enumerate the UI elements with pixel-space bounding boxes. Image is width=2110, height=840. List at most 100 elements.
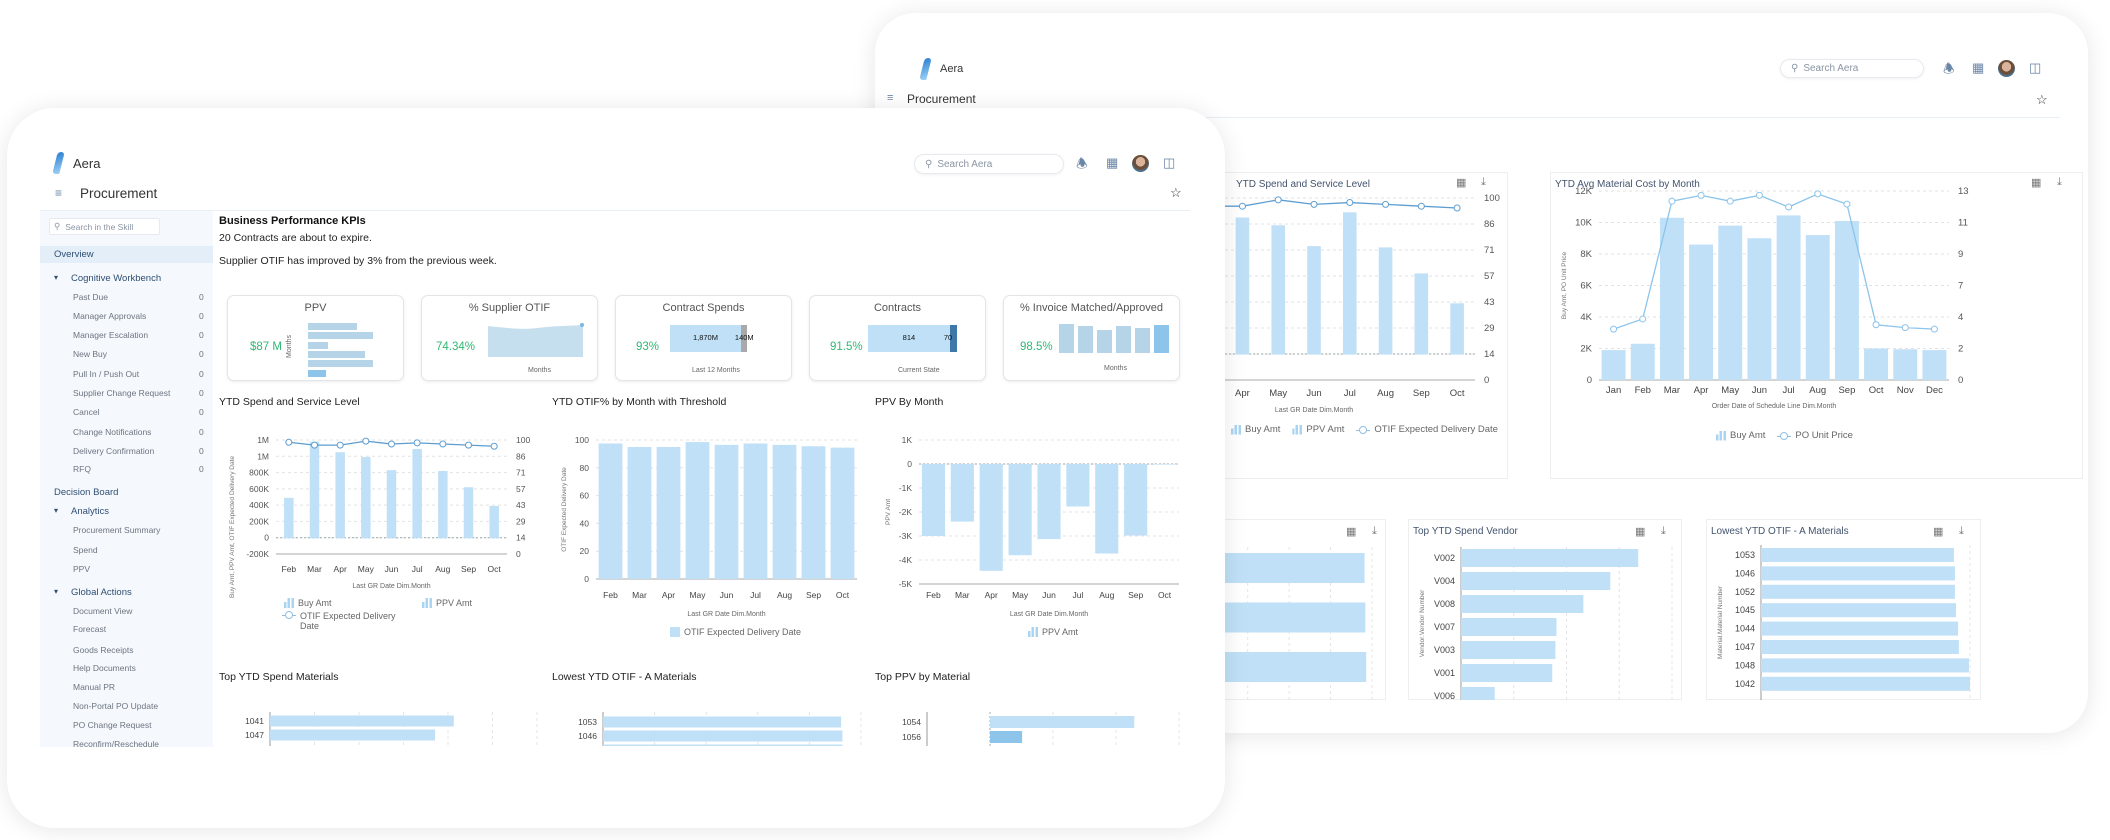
line-point xyxy=(1785,203,1793,211)
brand-logo[interactable]: Aera xyxy=(53,152,100,174)
y2-tick-label: 29 xyxy=(1484,323,1495,334)
menu-icon[interactable]: ≡ xyxy=(55,186,62,200)
search-icon: ⚲ xyxy=(54,221,61,231)
sidebar-item[interactable]: Document View xyxy=(73,606,132,616)
sidebar-item[interactable]: Reconfirm/Reschedule xyxy=(73,739,159,749)
mini-bar xyxy=(308,323,357,330)
otif-mini-area-chart xyxy=(488,323,584,357)
caret-down-icon[interactable]: ▾ xyxy=(54,506,58,515)
sidebar-item[interactable]: Change Notifications xyxy=(73,427,151,437)
legend-item-ppv-amt[interactable]: PPV Amt xyxy=(422,598,472,608)
y2-tick-label: 43 xyxy=(1484,297,1495,308)
bar-ppv-amt xyxy=(1342,354,1357,355)
kpi-card-contracts[interactable]: Contracts 91.5% 814 70 Current State xyxy=(809,295,986,381)
mini-bar xyxy=(1097,330,1112,353)
sidebar-item[interactable]: Manager Approvals xyxy=(73,311,146,321)
kpi-card-contract-spends[interactable]: Contract Spends 93% 1,870M 140M Last 12 M… xyxy=(615,295,792,381)
y-tick-label: V008 xyxy=(1434,599,1455,609)
bar-ppv-amt xyxy=(1271,354,1286,355)
legend-item-otif-expected[interactable]: OTIF Expected Delivery Date xyxy=(670,627,801,637)
y-tick-label: V002 xyxy=(1434,553,1455,563)
sidebar-item[interactable]: Non-Portal PO Update xyxy=(73,701,158,711)
sidebar-item[interactable]: Pull In / Push Out xyxy=(73,369,139,379)
sidebar-item[interactable]: New Buy xyxy=(73,349,107,359)
bar-buy-amt xyxy=(1747,238,1772,380)
bar-buy-amt xyxy=(1776,215,1801,380)
sidebar-item-count: 0 xyxy=(199,388,204,398)
x-tick-label: Sep xyxy=(1838,385,1855,396)
global-search-input[interactable]: ⚲ Search Aera xyxy=(914,154,1064,174)
sidebar-item[interactable]: Forecast xyxy=(73,624,106,634)
chart-title: Top PPV by Material xyxy=(875,671,971,683)
line-point xyxy=(1901,324,1909,332)
skill-search-input[interactable]: ⚲ Search in the Skill xyxy=(49,218,160,235)
bar-buy-amt xyxy=(1718,225,1743,380)
sidebar-item[interactable]: Cancel xyxy=(73,407,99,417)
line-point xyxy=(1668,197,1676,205)
bar xyxy=(1461,641,1556,659)
x-tick-label: Dec xyxy=(1926,385,1943,396)
sidebar-section-label: Cognitive Workbench xyxy=(71,273,162,284)
chart-lowest_otif: 1053 1046 1052 1045 1044 1047 1048 1042 Material… xyxy=(1717,545,1971,700)
sidebar-item[interactable]: PPV xyxy=(73,564,90,574)
sidebar-section-label: Analytics xyxy=(71,506,110,517)
sidebar-item[interactable]: Past Due xyxy=(73,292,108,302)
kpi-card-invoice-matched[interactable]: % Invoice Matched/Approved 98.5% Months xyxy=(1003,295,1180,381)
legend-item-buy-amt[interactable]: Buy Amt xyxy=(284,598,332,608)
sidebar-item[interactable]: Goods Receipts xyxy=(73,645,133,655)
bar-legend-icon xyxy=(670,627,680,637)
line-point xyxy=(1453,204,1461,212)
bar-buy-amt xyxy=(1271,225,1286,354)
sidebar-item[interactable]: PO Change Request xyxy=(73,720,151,730)
x-tick-label: Mar xyxy=(1664,385,1680,396)
legend-item-ppv-amt[interactable]: PPV Amt xyxy=(1028,627,1078,637)
bar-buy-amt xyxy=(1689,244,1714,380)
y2-tick-label: 57 xyxy=(1484,271,1495,282)
sidebar-section-label: Global Actions xyxy=(71,587,132,598)
bar-buy-amt xyxy=(1659,217,1684,380)
apps-grid-icon[interactable]: ▦ xyxy=(1106,155,1118,171)
sidebar-item-count: 0 xyxy=(199,369,204,379)
sidebar-item[interactable]: Manager Escalation xyxy=(73,330,148,340)
bar xyxy=(1461,549,1639,567)
legend-label: PPV Amt xyxy=(1042,627,1079,637)
bar-buy-amt xyxy=(1834,220,1859,380)
y2-tick-label: 11 xyxy=(1958,218,1968,229)
caret-down-icon[interactable]: ▾ xyxy=(54,273,58,282)
y2-tick-label: 13 xyxy=(1958,186,1969,197)
sidebar-item[interactable]: Spend xyxy=(73,545,98,555)
bell-icon[interactable]: 🕭 xyxy=(1076,155,1088,177)
mini-bar xyxy=(308,369,326,377)
sidebar-item[interactable]: Help Documents xyxy=(73,663,136,673)
sidebar-item[interactable]: Manual PR xyxy=(73,682,115,692)
sidebar-item[interactable]: Delivery Confirmation xyxy=(73,446,154,456)
legend-item-otif[interactable]: OTIF Expected Delivery Date xyxy=(282,611,412,631)
y-tick-label: 0 xyxy=(1587,375,1592,386)
bar xyxy=(1461,687,1495,700)
kpi-card-ppv[interactable]: PPV $87 M Months xyxy=(227,295,404,381)
sidebar-item[interactable]: Procurement Summary xyxy=(73,525,160,535)
kpi-card-supplier-otif[interactable]: % Supplier OTIF 74.34% Months xyxy=(421,295,598,381)
user-avatar[interactable] xyxy=(1132,155,1149,172)
sidebar-item-count: 0 xyxy=(199,330,204,340)
sidebar-item[interactable]: RFQ xyxy=(73,464,91,474)
segment-label: 814 xyxy=(902,333,916,342)
y-tick-label: 1044 xyxy=(1735,624,1755,634)
y2-tick-label: 4 xyxy=(1958,312,1963,323)
bar-legend-icon xyxy=(284,598,294,608)
legend-label: PPV Amt xyxy=(436,598,473,608)
caret-down-icon[interactable]: ▾ xyxy=(54,587,58,596)
sidebar-item[interactable]: Supplier Change Request xyxy=(73,388,170,398)
line-point xyxy=(1346,199,1354,207)
stacked-segment: 70 xyxy=(944,325,957,352)
search-placeholder: Search Aera xyxy=(937,158,993,170)
line-point xyxy=(1872,321,1880,329)
sidebar-item-overview[interactable]: Overview xyxy=(40,246,213,263)
star-icon[interactable]: ☆ xyxy=(1170,185,1182,201)
y2-tick-label: 7 xyxy=(1958,281,1963,292)
x-tick-label: Aug xyxy=(1377,388,1394,399)
side-panel-icon[interactable]: ◫ xyxy=(1163,155,1175,171)
mini-bar xyxy=(308,360,373,368)
line-point xyxy=(1726,197,1734,205)
bar xyxy=(1461,618,1557,636)
